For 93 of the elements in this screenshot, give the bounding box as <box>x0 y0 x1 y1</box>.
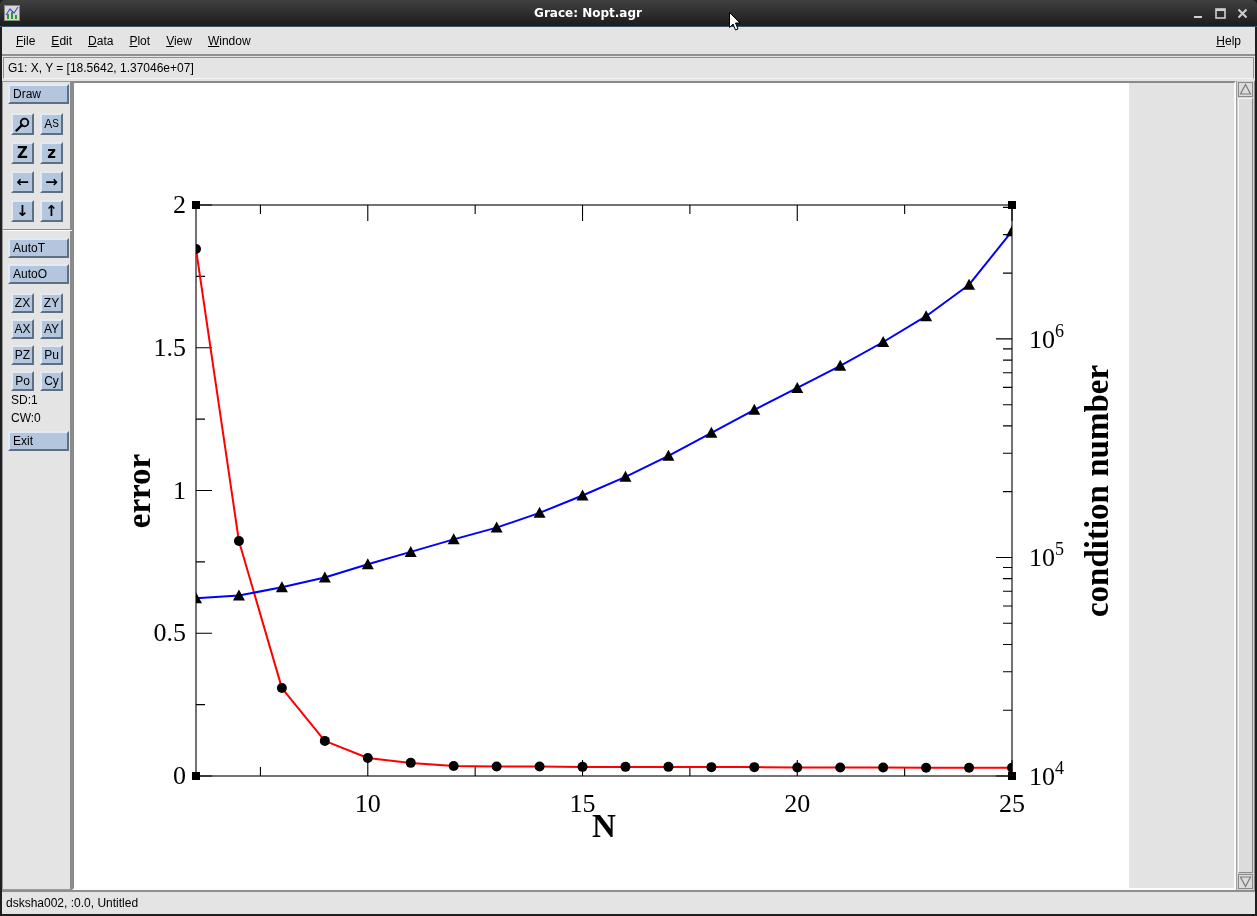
right-y-axis-title: condition number <box>1080 364 1114 617</box>
x-tick-label: 25 <box>999 791 1025 817</box>
scroll-down-icon[interactable] <box>1238 874 1253 889</box>
triangle-marker <box>533 506 546 518</box>
menu-item[interactable]: Plot <box>121 33 159 48</box>
triangle-marker <box>705 426 718 438</box>
circle-marker <box>534 761 545 772</box>
magnifier-icon <box>15 116 30 132</box>
triangle-marker <box>318 571 331 583</box>
circle-marker <box>448 761 459 771</box>
y-tick-label: 2 <box>173 192 186 218</box>
mouse-pointer-icon <box>729 12 741 31</box>
toolbar-button[interactable]: → <box>40 171 63 193</box>
scrollbar-thumb[interactable] <box>1238 98 1253 873</box>
toolbar-button[interactable]: ↑ <box>40 200 63 222</box>
zoom-button[interactable] <box>11 113 34 135</box>
triangle-marker <box>196 592 202 604</box>
window-title: Grace: Nopt.agr <box>534 6 642 20</box>
menu-item[interactable]: File <box>8 33 44 48</box>
menu-item[interactable]: Help <box>1208 33 1251 48</box>
menu-item[interactable]: Edit <box>43 33 81 48</box>
toolbar-button[interactable]: AY <box>40 319 63 339</box>
triangle-marker <box>920 310 933 322</box>
toolbar-button[interactable]: AutoT <box>8 238 69 258</box>
circle-marker <box>792 762 803 773</box>
circle-marker <box>577 761 588 772</box>
triangle-marker <box>576 489 589 501</box>
triangle-marker <box>1006 225 1012 237</box>
toolbar-button[interactable]: Z <box>11 142 34 164</box>
triangle-marker <box>404 545 417 557</box>
toolbar-button[interactable]: ← <box>11 171 34 193</box>
circle-marker <box>835 762 846 773</box>
menu-item[interactable]: View <box>158 33 200 48</box>
selection-handle-icon[interactable] <box>1008 201 1016 209</box>
triangle-marker <box>490 521 503 533</box>
toolbar-button[interactable]: ZY <box>40 293 63 313</box>
circle-marker <box>706 762 717 773</box>
toolbar-button[interactable]: AutoO <box>8 264 69 284</box>
triangle-marker <box>963 278 976 290</box>
triangle-marker <box>748 403 761 415</box>
circle-marker <box>749 762 760 773</box>
toolbar-button[interactable]: Cy <box>40 371 63 391</box>
circle-marker <box>878 762 889 773</box>
app-chart-icon <box>4 5 20 21</box>
circle-marker <box>921 762 932 773</box>
toolbar-button[interactable]: Po <box>11 371 34 391</box>
circle-marker <box>663 761 674 772</box>
menu-item[interactable]: Window <box>199 33 259 48</box>
triangle-marker <box>447 533 460 545</box>
menu-item[interactable]: Data <box>80 33 122 48</box>
location-readout: G1: X, Y = [18.5642, 1.37046e+07] <box>3 57 1254 79</box>
y-axis-title: error <box>122 453 156 528</box>
circle-marker <box>276 683 287 694</box>
toolbar-button[interactable]: Exit <box>8 431 69 451</box>
circle-marker <box>233 536 244 547</box>
triangle-marker <box>275 581 288 593</box>
y-tick-label: 0 <box>173 763 186 789</box>
selection-handle-icon[interactable] <box>192 772 200 780</box>
circle-marker <box>491 761 502 772</box>
triangle-marker <box>662 449 675 461</box>
triangle-marker <box>877 336 890 347</box>
toolbar-button[interactable]: AX <box>11 319 34 339</box>
x-tick-label: 10 <box>354 791 381 817</box>
toolbar-button[interactable]: PZ <box>11 345 34 365</box>
triangle-marker <box>834 359 847 371</box>
close-icon[interactable] <box>1237 7 1248 19</box>
status-text: dsksha002, :0.0, Untitled <box>6 896 139 910</box>
right-y-tick-label: 10$^{6}$ <box>1029 326 1064 353</box>
triangle-marker <box>232 589 245 601</box>
toolbar-button[interactable]: Pu <box>40 345 63 365</box>
y-tick-label: 1.5 <box>153 334 186 361</box>
toolbar-button[interactable]: ↓ <box>11 200 34 222</box>
selection-handle-icon[interactable] <box>192 201 200 209</box>
toolbar-button[interactable]: z <box>40 142 63 164</box>
circle-marker <box>362 753 373 763</box>
toolbar-button[interactable]: ZX <box>11 293 34 313</box>
vertical-scrollbar[interactable] <box>1236 81 1255 890</box>
triangle-marker <box>619 470 632 482</box>
circle-marker <box>405 757 416 768</box>
scroll-up-icon[interactable] <box>1238 82 1253 97</box>
circle-marker <box>964 762 975 773</box>
y-tick-label: 1 <box>173 477 186 504</box>
x-tick-label: 20 <box>784 791 811 817</box>
y-tick-label: 0.5 <box>153 620 186 647</box>
selection-handle-icon[interactable] <box>1008 772 1016 780</box>
triangle-marker <box>361 558 374 570</box>
maximize-icon[interactable] <box>1215 7 1226 19</box>
status-label: SD:1 <box>11 394 39 407</box>
circle-marker <box>620 761 631 772</box>
triangle-marker <box>791 381 804 393</box>
toolbar-button[interactable]: Draw <box>8 84 69 104</box>
status-label: CW:0 <box>11 412 42 425</box>
circle-marker <box>319 735 330 746</box>
